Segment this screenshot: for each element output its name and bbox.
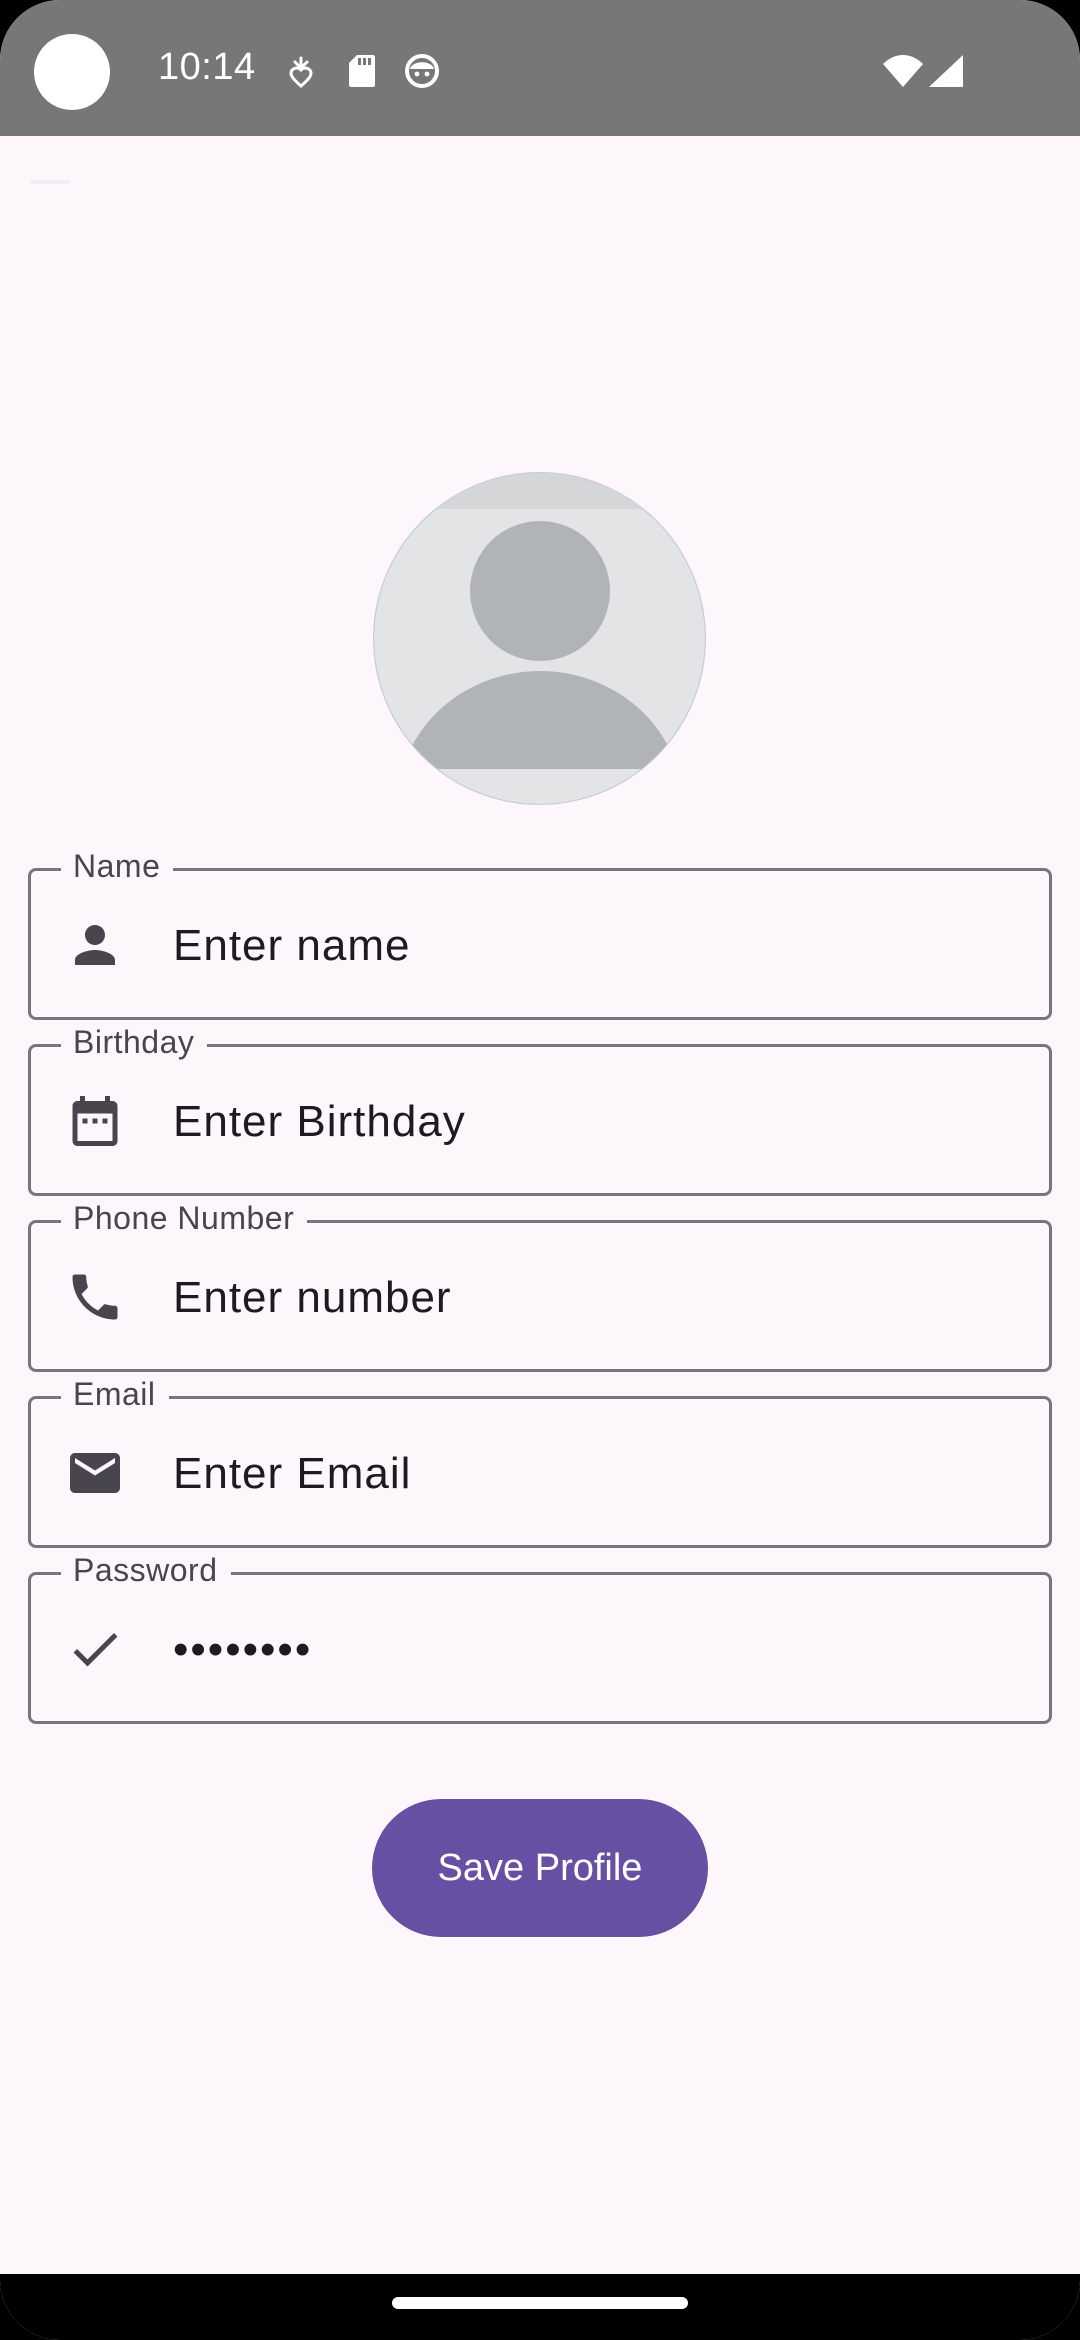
save-profile-button[interactable]: Save Profile [372, 1799, 708, 1937]
name-field[interactable]: Name [28, 846, 1052, 1020]
location-heart-icon [288, 56, 314, 92]
check-icon [65, 1619, 125, 1679]
phone-number-input[interactable] [173, 1263, 1013, 1333]
name-field-label: Name [61, 846, 174, 886]
birthday-input[interactable] [173, 1087, 1013, 1157]
phone-icon [65, 1267, 125, 1327]
phone-number-field-label: Phone Number [61, 1198, 308, 1238]
calendar-icon [65, 1091, 125, 1151]
birthday-field[interactable]: Birthday [28, 1022, 1052, 1196]
mail-icon [65, 1443, 125, 1503]
phone-number-field[interactable]: Phone Number [28, 1198, 1052, 1372]
password-field-label: Password [61, 1550, 231, 1590]
status-bar: 10:14 [0, 0, 1080, 136]
email-field-label: Email [61, 1374, 169, 1414]
password-field[interactable]: Password •••••••• [28, 1550, 1052, 1724]
back-arrow-icon[interactable] [30, 178, 70, 186]
wifi-icon [882, 54, 924, 92]
cell-signal-icon [928, 54, 964, 92]
sd-card-icon [348, 54, 376, 92]
email-input[interactable] [173, 1439, 1013, 1509]
birthday-field-label: Birthday [61, 1022, 208, 1062]
profile-screen: 10:14 Name Enter name Birthday Enter Bir… [0, 0, 1080, 2340]
email-field[interactable]: Email [28, 1374, 1052, 1548]
home-gesture-handle[interactable] [392, 2297, 688, 2309]
status-time: 10:14 [158, 46, 256, 88]
camera-cutout [34, 34, 110, 110]
face-icon [404, 53, 440, 93]
person-avatar-icon [374, 473, 705, 804]
password-input[interactable]: •••••••• [173, 1615, 312, 1685]
profile-avatar[interactable] [373, 472, 706, 805]
person-icon [65, 915, 125, 975]
name-input[interactable] [173, 911, 1013, 981]
